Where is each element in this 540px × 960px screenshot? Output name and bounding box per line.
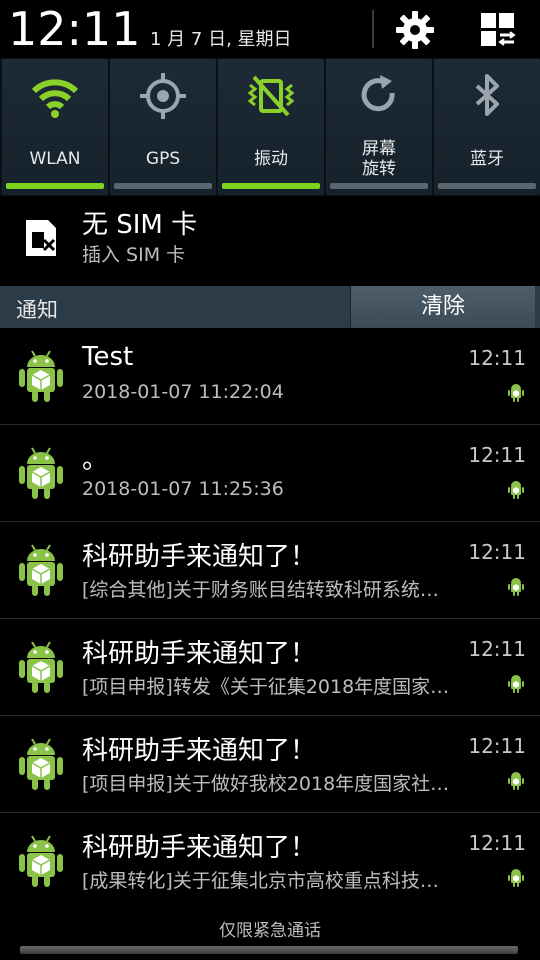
status-divider — [372, 10, 374, 48]
emergency-calls-only-label: 仅限紧急通话 — [219, 921, 321, 941]
toggle-state-bar — [6, 183, 104, 189]
android-small-icon — [508, 869, 524, 887]
notification-body: [综合其他]关于财务账目结转致科研系统… — [82, 579, 439, 601]
gps-icon — [140, 73, 186, 119]
android-app-icon — [19, 641, 63, 693]
notification-title: 科研助手来通知了！ — [82, 833, 317, 863]
android-app-icon — [19, 447, 63, 499]
notification-title: 科研助手来通知了！ — [82, 736, 317, 766]
toggle-wlan[interactable]: WLAN — [2, 59, 108, 195]
notification-item[interactable]: 科研助手来通知了！ [项目申报]关于做好我校2018年度国家社… 12:11 — [0, 716, 540, 813]
notification-title: 科研助手来通知了！ — [82, 542, 317, 572]
toggle-state-bar — [222, 183, 320, 189]
notification-body: 2018-01-07 11:25:36 — [82, 478, 284, 500]
notification-time: 12:11 — [468, 346, 526, 370]
rotate-icon — [361, 75, 395, 112]
vibrate-icon — [247, 75, 295, 117]
notification-item[interactable]: Test 2018-01-07 11:22:04 12:11 — [0, 328, 540, 425]
notification-time: 12:11 — [468, 831, 526, 855]
notification-body: [项目申报]转发《关于征集2018年度国家… — [82, 676, 450, 698]
no-sim-title: 无 SIM 卡 — [82, 210, 198, 240]
notification-time: 12:11 — [468, 637, 526, 661]
drag-handle[interactable] — [20, 946, 518, 954]
notification-item[interactable]: 。 2018-01-07 11:25:36 12:11 — [0, 425, 540, 522]
toggle-rotate[interactable]: 屏幕 旋转 — [326, 59, 432, 195]
clear-button[interactable]: 清除 — [350, 286, 535, 328]
android-small-icon — [508, 772, 524, 790]
notification-time: 12:11 — [468, 443, 526, 467]
bluetooth-icon — [475, 74, 499, 116]
notifications-header: 通知 清除 — [0, 286, 540, 328]
android-app-icon — [19, 738, 63, 790]
toggle-state-bar — [438, 183, 536, 189]
notification-item[interactable]: 科研助手来通知了！ [综合其他]关于财务账目结转致科研系统… 12:11 — [0, 522, 540, 619]
notification-list: Test 2018-01-07 11:22:04 12:11 。 2018-01… — [0, 328, 540, 910]
toggle-label: WLAN — [29, 149, 81, 169]
android-app-icon — [19, 544, 63, 596]
android-small-icon — [508, 675, 524, 693]
no-sim-notice[interactable]: 无 SIM 卡 插入 SIM 卡 — [0, 196, 540, 286]
clock: 12:11 — [8, 2, 141, 56]
sim-card-icon — [26, 220, 56, 256]
grid-switch-icon[interactable] — [476, 8, 520, 52]
no-sim-subtitle: 插入 SIM 卡 — [82, 244, 186, 266]
notification-body: [项目申报]关于做好我校2018年度国家社… — [82, 773, 450, 795]
toggle-label: 蓝牙 — [470, 149, 504, 169]
toggle-label: 屏幕 — [362, 139, 396, 159]
wifi-icon — [31, 79, 79, 118]
android-small-icon — [508, 578, 524, 596]
android-small-icon — [508, 481, 524, 499]
notification-time: 12:11 — [468, 734, 526, 758]
gear-icon[interactable] — [393, 8, 437, 52]
toggle-vibrate[interactable]: 振动 — [218, 59, 324, 195]
android-app-icon — [19, 835, 63, 887]
notification-item[interactable]: 科研助手来通知了！ [项目申报]转发《关于征集2018年度国家… 12:11 — [0, 619, 540, 716]
toggle-gps[interactable]: GPS — [110, 59, 216, 195]
toggle-state-bar — [114, 183, 212, 189]
notification-body: [成果转化]关于征集北京市高校重点科技… — [82, 870, 439, 892]
quick-settings-panel: WLAN GPS 振动 屏幕 旋转 蓝牙 — [0, 58, 540, 196]
toggle-state-bar — [330, 183, 428, 189]
toggle-bluetooth[interactable]: 蓝牙 — [434, 59, 540, 195]
android-app-icon — [19, 350, 63, 402]
toggle-label: 振动 — [254, 149, 288, 169]
footer: 仅限紧急通话 — [0, 908, 540, 960]
date-label: 1 月 7 日, 星期日 — [150, 29, 292, 50]
toggle-label: 旋转 — [362, 159, 396, 179]
notification-title: 科研助手来通知了！ — [82, 639, 317, 669]
notification-item[interactable]: 科研助手来通知了！ [成果转化]关于征集北京市高校重点科技… 12:11 — [0, 813, 540, 910]
notification-title: Test — [82, 342, 134, 372]
android-small-icon — [508, 384, 524, 402]
notification-title: 。 — [82, 445, 109, 475]
toggle-label: GPS — [145, 149, 181, 169]
notifications-label: 通知 — [16, 298, 58, 322]
notification-body: 2018-01-07 11:22:04 — [82, 381, 284, 403]
notification-time: 12:11 — [468, 540, 526, 564]
status-bar: 12:11 1 月 7 日, 星期日 — [0, 0, 540, 58]
